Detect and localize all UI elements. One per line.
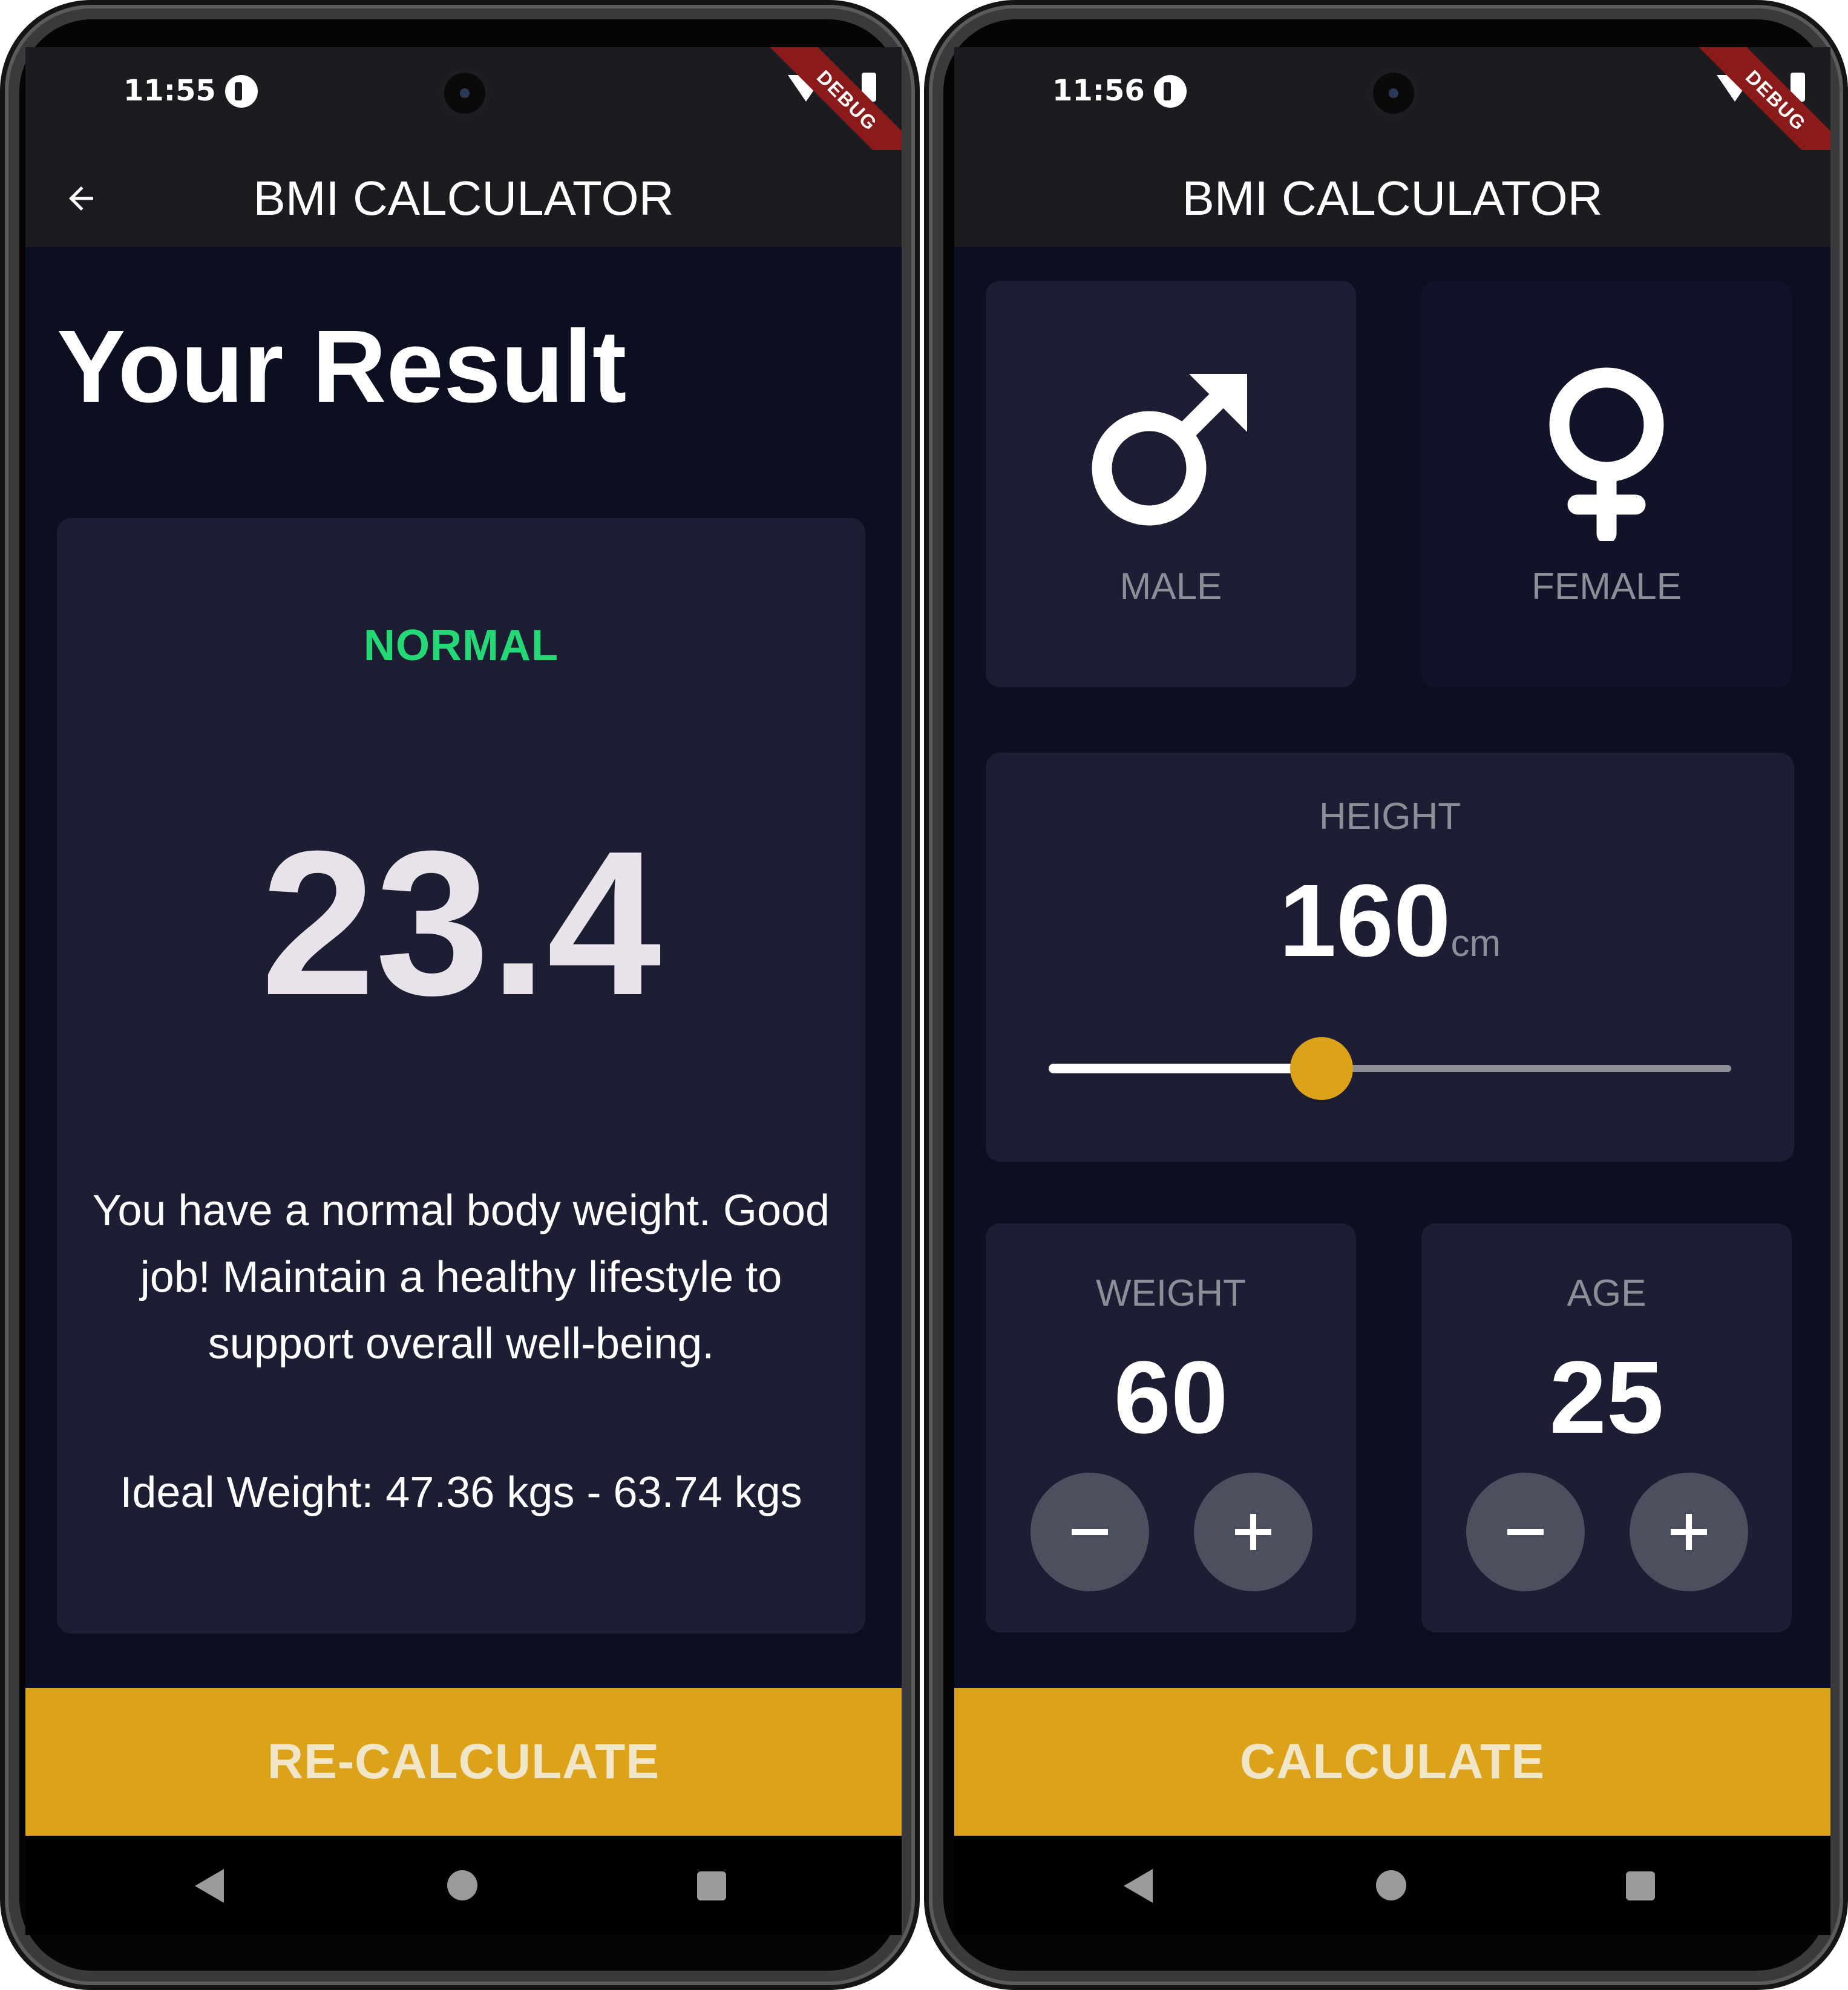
phone-frame-left: 11:55 DEBUG BMI CALCULATOR Your Result N… [0,0,920,1990]
height-unit: cm [1450,923,1501,964]
app-bar: BMI CALCULATOR [25,150,902,247]
result-card: NORMAL 23.4 You have a normal body weigh… [57,518,865,1634]
male-icon [1092,374,1247,526]
minus-icon [1072,1529,1108,1535]
minus-icon [1507,1529,1544,1535]
height-label: HEIGHT [1319,796,1461,837]
phone-frame-right: 11:56 DEBUG BMI CALCULATOR MALE FEMALE H… [924,0,1848,1990]
status-bar: 11:56 DEBUG [954,47,1830,203]
slider-thumb[interactable] [1290,1037,1354,1100]
female-icon [1549,367,1664,541]
system-nav-bar [25,1836,902,1935]
nav-home-icon[interactable] [1376,1870,1406,1900]
ideal-weight-range: Ideal Weight: 47.36 kgs - 63.74 kgs [120,1468,802,1517]
input-screen: 11:56 DEBUG BMI CALCULATOR MALE FEMALE H… [954,47,1830,1935]
weight-card: WEIGHT 60 [986,1223,1356,1632]
height-value: 160 [1279,863,1451,978]
result-screen: 11:55 DEBUG BMI CALCULATOR Your Result N… [25,47,902,1935]
app-title: BMI CALCULATOR [253,171,674,225]
nav-back-icon[interactable] [195,1869,224,1903]
nav-back-icon[interactable] [1124,1869,1153,1903]
male-label: MALE [1119,566,1222,607]
age-value: 25 [1549,1340,1664,1455]
female-label: FEMALE [1531,566,1682,607]
app-title: BMI CALCULATOR [1182,171,1603,225]
height-slider[interactable] [1049,1037,1731,1100]
age-card: AGE 25 [1421,1223,1792,1632]
weight-increment-button[interactable] [1194,1473,1312,1591]
nav-home-icon[interactable] [447,1870,477,1900]
age-label: AGE [1567,1272,1646,1314]
status-time: 11:56 [1052,74,1145,108]
notification-icon [1154,75,1187,108]
app-bar: BMI CALCULATOR [954,150,1830,247]
weight-decrement-button[interactable] [1030,1473,1149,1591]
age-increment-button[interactable] [1630,1473,1748,1591]
notification-icon [225,75,258,108]
front-camera [1368,68,1419,119]
page-title: Your Result [57,309,627,424]
front-camera [439,68,490,119]
weight-label: WEIGHT [1096,1272,1246,1314]
nav-recents-icon[interactable] [697,1871,726,1900]
female-card[interactable]: FEMALE [1421,281,1792,687]
nav-recents-icon[interactable] [1626,1871,1655,1900]
height-card: HEIGHT 160cm [986,753,1794,1162]
bmi-status-label: NORMAL [364,621,559,670]
male-card[interactable]: MALE [986,281,1356,687]
bmi-value: 23.4 [261,808,661,1038]
status-bar: 11:55 DEBUG [25,47,902,203]
bmi-interpretation: You have a normal body weight. Good job!… [92,1186,830,1368]
plus-icon [1235,1514,1271,1550]
age-decrement-button[interactable] [1466,1473,1585,1591]
system-nav-bar [954,1836,1830,1935]
weight-value: 60 [1113,1340,1228,1455]
slider-active-track [1049,1064,1322,1073]
recalculate-button[interactable]: RE-CALCULATE [25,1688,902,1836]
plus-icon [1671,1514,1707,1550]
status-time: 11:55 [123,74,216,108]
height-value-row: 160cm [986,862,1794,980]
calculate-button[interactable]: CALCULATE [954,1688,1830,1836]
